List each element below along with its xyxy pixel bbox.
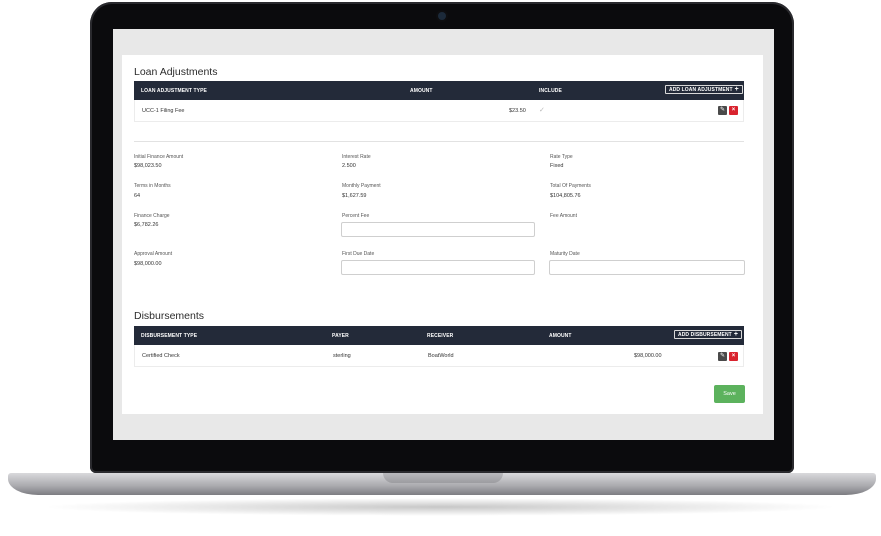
disbursement-payer: sterling <box>333 353 351 359</box>
table-row: UCC-1 Filing Fee $23.50 ✓ ✎ × <box>134 100 744 122</box>
plus-icon: + <box>734 85 739 93</box>
first-due-date-input[interactable] <box>341 260 535 275</box>
table-row: Certified Check sterling BoatWorld $98,0… <box>134 345 744 367</box>
disbursement-amount: $98,000.00 <box>634 353 662 359</box>
divider <box>134 141 744 142</box>
finance-charge-label: Finance Charge <box>134 213 170 219</box>
loan-adjustments-table-header: LOAN ADJUSTMENT TYPE AMOUNT INCLUDE ADD … <box>134 81 744 100</box>
delete-icon[interactable]: × <box>729 352 738 361</box>
maturity-date-input[interactable] <box>549 260 745 275</box>
laptop-shadow <box>40 498 840 516</box>
disbursement-receiver: BoatWorld <box>428 353 454 359</box>
first-due-date-label: First Due Date <box>342 251 375 257</box>
total-of-payments-value: $104,805.76 <box>550 193 581 199</box>
total-of-payments-label: Total Of Payments <box>550 183 591 189</box>
interest-rate-label: Interest Rate <box>342 154 371 160</box>
fee-amount-label: Fee Amount <box>550 213 577 219</box>
loan-adjustment-type: UCC-1 Filing Fee <box>142 108 185 114</box>
terms-in-months-label: Terms in Months <box>134 183 171 189</box>
finance-charge-value: $6,782.26 <box>134 222 159 228</box>
column-disbursement-type: DISBURSEMENT TYPE <box>141 333 198 339</box>
edit-icon[interactable]: ✎ <box>718 352 727 361</box>
delete-icon[interactable]: × <box>729 106 738 115</box>
percent-fee-label: Percent Fee <box>342 213 370 219</box>
screen: Loan Adjustments LOAN ADJUSTMENT TYPE AM… <box>113 29 774 440</box>
column-loan-adjustment-type: LOAN ADJUSTMENT TYPE <box>141 88 207 94</box>
terms-in-months-value: 64 <box>134 193 141 199</box>
camera-icon <box>438 12 446 20</box>
disbursements-table-header: DISBURSEMENT TYPE PAYER RECEIVER AMOUNT … <box>134 326 744 345</box>
rate-type-value: Fixed <box>550 163 564 169</box>
interest-rate-value: 2.500 <box>342 163 356 169</box>
percent-fee-input[interactable] <box>341 222 535 237</box>
column-amount: AMOUNT <box>549 333 572 339</box>
add-disbursement-label: ADD DISBURSEMENT <box>678 331 732 338</box>
disbursement-type: Certified Check <box>142 353 180 359</box>
monthly-payment-label: Monthly Payment <box>342 183 381 189</box>
add-disbursement-button[interactable]: ADD DISBURSEMENT + <box>674 330 743 339</box>
rate-type-label: Rate Type <box>550 154 573 160</box>
check-icon[interactable]: ✓ <box>539 106 545 114</box>
save-button[interactable]: Save <box>714 385 745 403</box>
column-payer: PAYER <box>332 333 349 339</box>
plus-icon: + <box>733 330 739 338</box>
column-include: INCLUDE <box>539 88 562 94</box>
monthly-payment-value: $1,627.59 <box>342 193 367 199</box>
approval-amount-value: $98,000.00 <box>134 261 162 267</box>
initial-finance-amount-label: Initial Finance Amount <box>134 154 184 160</box>
column-amount: AMOUNT <box>410 88 433 94</box>
edit-icon[interactable]: ✎ <box>718 106 727 115</box>
laptop-notch <box>383 473 503 483</box>
column-receiver: RECEIVER <box>427 333 454 339</box>
loan-form-panel: Loan Adjustments LOAN ADJUSTMENT TYPE AM… <box>122 55 763 414</box>
add-loan-adjustment-button[interactable]: ADD LOAN ADJUSTMENT + <box>665 85 743 94</box>
loan-adjustment-amount: $23.50 <box>509 108 526 114</box>
disbursements-title: Disbursements <box>134 310 205 322</box>
loan-adjustments-title: Loan Adjustments <box>134 66 218 78</box>
maturity-date-label: Maturity Date <box>550 251 580 257</box>
add-loan-adjustment-label: ADD LOAN ADJUSTMENT <box>669 86 733 93</box>
approval-amount-label: Approval Amount <box>134 251 173 257</box>
initial-finance-amount-value: $98,023.50 <box>134 163 162 169</box>
